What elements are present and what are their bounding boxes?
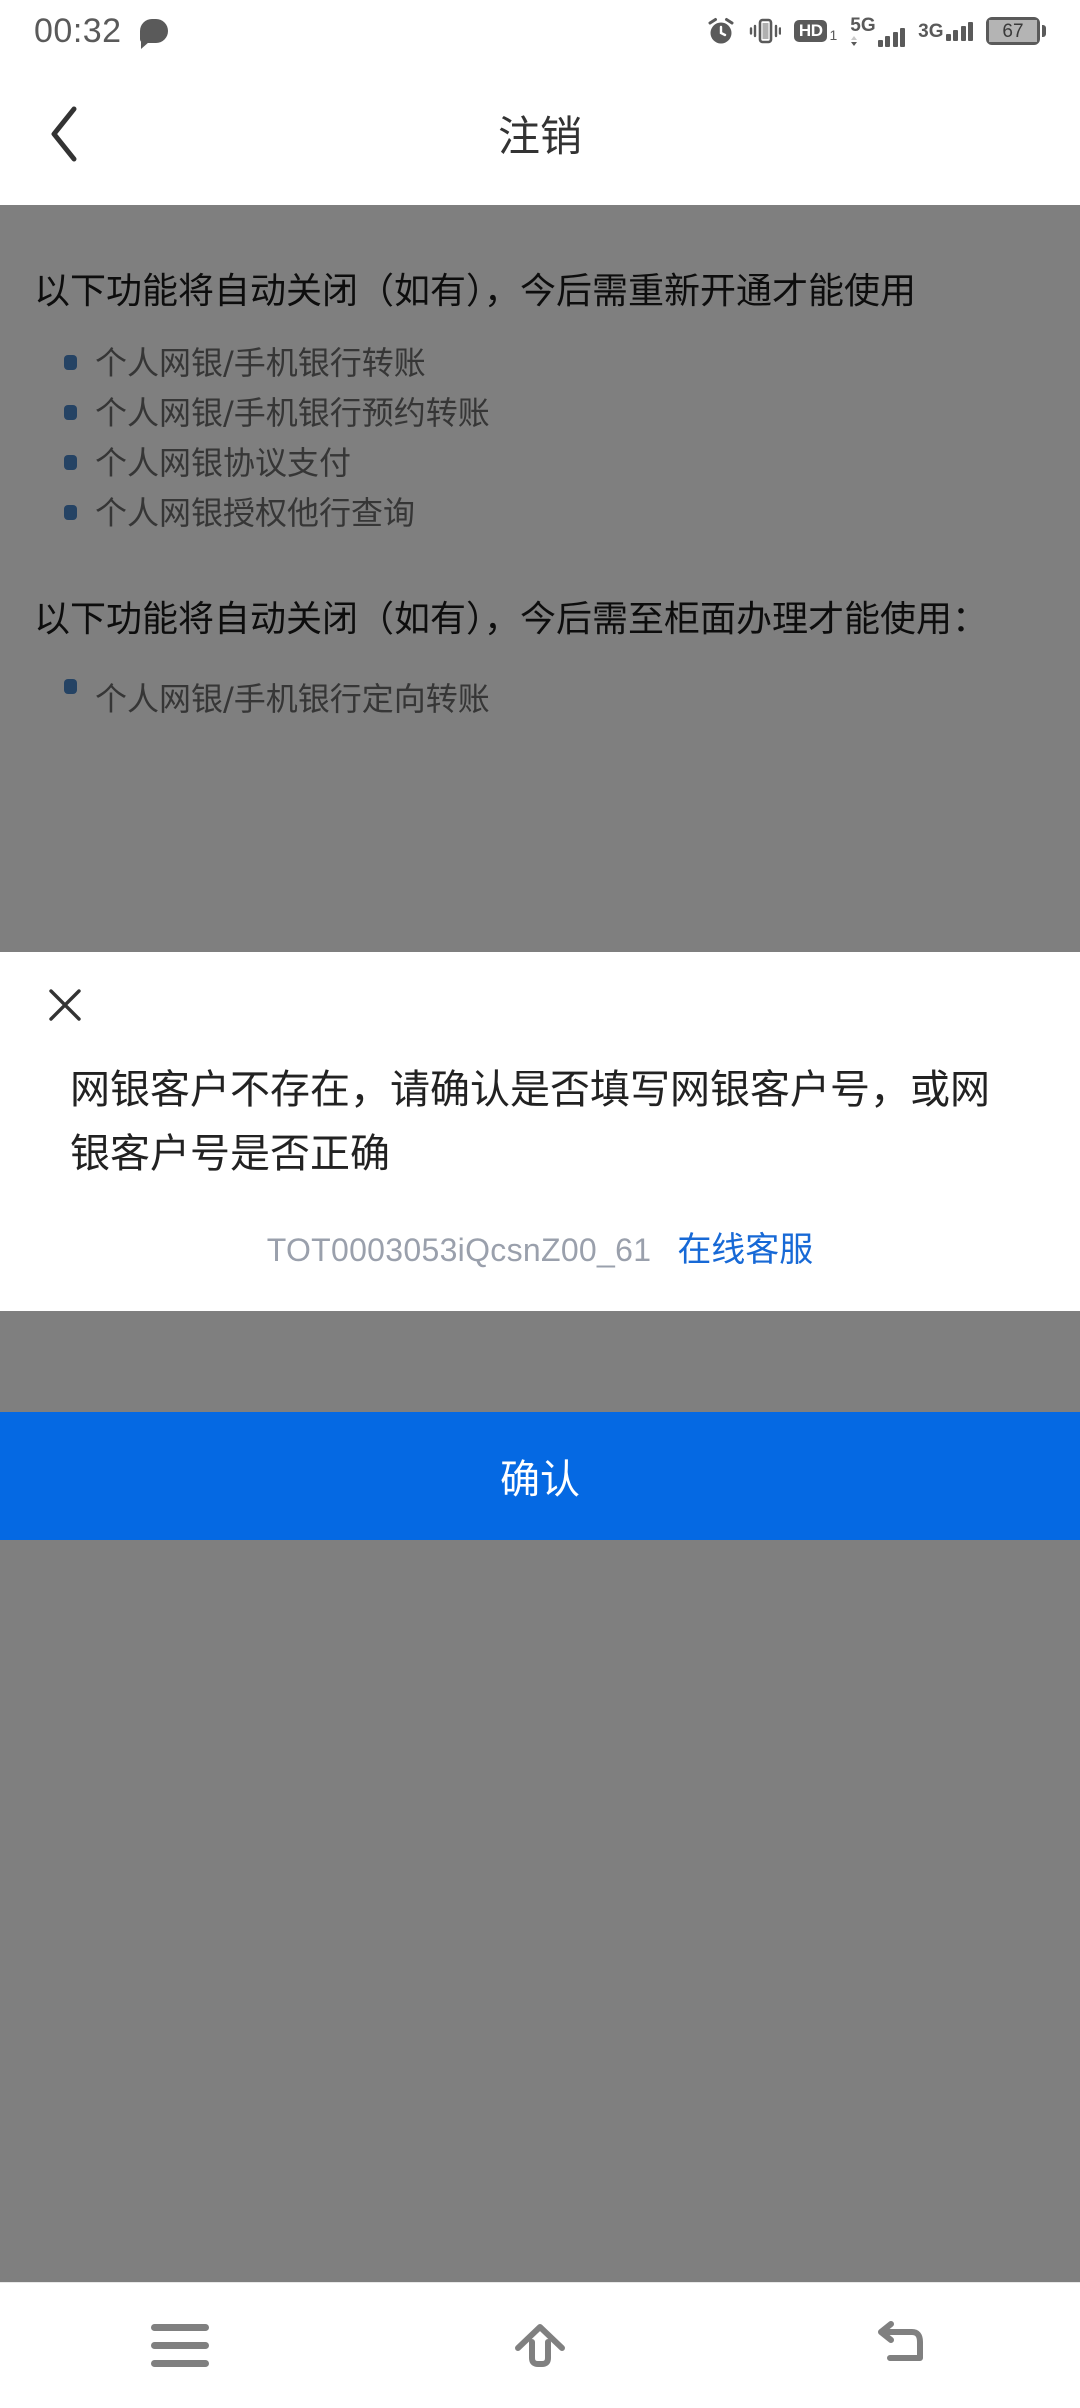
signal-3g-label: 3G (918, 20, 944, 42)
android-nav-bar (0, 2282, 1080, 2408)
bullet-dot-icon (64, 455, 77, 470)
section-1-paragraph: 以下功能将自动关闭（如有），今后需重新开通才能使用 (34, 271, 917, 312)
list-item: 个人网银授权他行查询 (0, 491, 1080, 535)
dialog-close-button[interactable] (30, 970, 100, 1040)
home-button[interactable] (480, 2301, 600, 2391)
bullet-dot-icon (64, 355, 77, 370)
app-bar: 注销 (0, 62, 1080, 205)
bullet-dot-icon (64, 405, 77, 420)
bullet-dot-icon (64, 679, 77, 694)
chevron-left-icon (51, 106, 77, 161)
hd-sub-index: 1 (829, 27, 838, 43)
list-item: 个人网银/手机银行转账 (0, 341, 1080, 385)
list-item-label: 个人网银/手机银行预约转账 (95, 394, 490, 432)
back-nav-button[interactable] (840, 2301, 960, 2391)
error-dialog: 网银客户不存在，请确认是否填写网银客户号，或网银客户号是否正确 TOT00030… (0, 952, 1080, 1311)
vibrate-icon (749, 16, 781, 46)
home-icon (515, 2323, 565, 2367)
section-1-list: 个人网银/手机银行转账 个人网银/手机银行预约转账 个人网银协议支付 个人网银授… (0, 323, 1080, 535)
back-arrow-icon (878, 2320, 923, 2361)
battery-icon: 67 (986, 17, 1046, 45)
list-item-label: 个人网银协议支付 (95, 444, 352, 482)
recents-button[interactable] (120, 2301, 240, 2391)
list-item-label: 个人网银/手机银行定向转账 (95, 680, 490, 718)
online-service-link[interactable]: 在线客服 (677, 1222, 813, 1271)
status-bar-right: HD 1 5G 3G 67 (706, 16, 1046, 47)
section-2-list: 个人网银/手机银行定向转账 (0, 651, 1080, 721)
dialog-meta-row: TOT0003053iQcsnZ00_61 在线客服 (0, 1186, 1080, 1271)
status-bar-left: 00:32 (34, 12, 168, 50)
section-2-paragraph: 以下功能将自动关闭（如有），今后需至柜面办理才能使用： (34, 599, 989, 640)
error-code: TOT0003053iQcsnZ00_61 (266, 1232, 652, 1268)
signal-5g-label: 5G (850, 14, 876, 36)
signal-bars-5g (877, 27, 906, 47)
data-transfer-arrows-icon (851, 35, 858, 46)
alarm-clock-icon (706, 16, 736, 46)
list-item: 个人网银协议支付 (0, 441, 1080, 485)
signal-3g-icon: 3G (918, 20, 973, 42)
status-bar: 00:32 HD 1 5G 3G 67 (0, 0, 1080, 62)
status-time: 00:32 (34, 12, 122, 50)
list-item: 个人网银/手机银行定向转账 (0, 677, 1080, 721)
menu-recents-icon (151, 2324, 209, 2367)
bullet-dot-icon (64, 505, 77, 520)
signal-bars-3g (945, 21, 973, 41)
list-item-label: 个人网银/手机银行转账 (95, 344, 426, 382)
hd-label: HD (793, 20, 828, 42)
list-item: 个人网银/手机银行预约转账 (0, 391, 1080, 435)
chat-bubble-icon (139, 19, 168, 49)
page-title: 注销 (497, 112, 582, 161)
close-x-icon (49, 989, 81, 1021)
signal-5g-icon: 5G (850, 14, 906, 47)
battery-level: 67 (989, 20, 1037, 42)
confirm-button[interactable]: 确认 (0, 1412, 1080, 1540)
hd-volte-icon: HD 1 (793, 20, 838, 43)
back-button[interactable] (28, 98, 100, 170)
dialog-message: 网银客户不存在，请确认是否填写网银客户号，或网银客户号是否正确 (70, 1067, 990, 1177)
list-item-label: 个人网银授权他行查询 (95, 494, 416, 532)
